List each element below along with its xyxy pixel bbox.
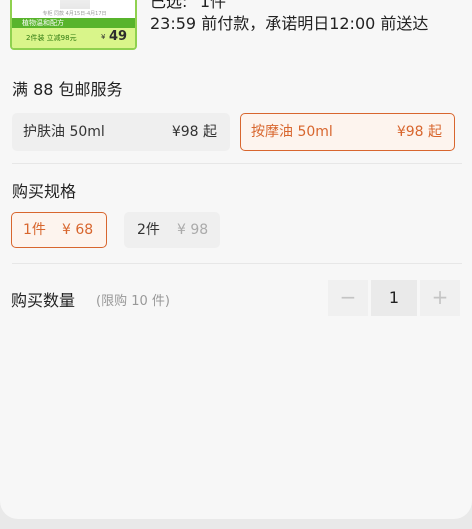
option-spec-2-piece[interactable]: 2件 ¥ 98 bbox=[124, 212, 220, 248]
thumbnail-promo-text: 2件装 立减98元 bbox=[26, 34, 77, 42]
thumbnail-promo-area: 2件装 立减98元 ¥ 49 bbox=[12, 28, 135, 48]
quantity-stepper: − 1 + bbox=[328, 280, 460, 316]
section-divider bbox=[12, 263, 462, 264]
quantity-input[interactable]: 1 bbox=[371, 280, 417, 316]
delivery-promise-text: 23:59 前付款，承诺明日12:00 前送达 bbox=[150, 14, 429, 33]
option-price: ¥ 98 bbox=[177, 222, 209, 238]
thumbnail-feature-text: 植物温和配方 bbox=[22, 19, 64, 27]
option-price: ¥98 起 bbox=[171, 124, 217, 140]
increase-quantity-button[interactable]: + bbox=[420, 280, 460, 316]
option-name: 2件 bbox=[137, 222, 160, 238]
quantity-limit-text: (限购 10 件) bbox=[96, 294, 170, 309]
option-price: ¥ 68 bbox=[62, 222, 94, 238]
option-body-oil[interactable]: 护肤油 50ml ¥98 起 bbox=[12, 113, 230, 151]
option-name: 1件 bbox=[23, 222, 46, 238]
thumbnail-feature-band: 植物温和配方 bbox=[12, 18, 135, 28]
option-spec-1-piece[interactable]: 1件 ¥ 68 bbox=[11, 212, 107, 248]
thumbnail-currency: ¥ bbox=[101, 33, 106, 41]
section-divider bbox=[12, 163, 462, 164]
decrease-quantity-button[interactable]: − bbox=[328, 280, 368, 316]
product-thumbnail[interactable]: 专柜 同款 4月15日-4月17日 植物温和配方 2件装 立减98元 ¥ 49 bbox=[10, 0, 137, 50]
sku-selector-sheet: 专柜 同款 4月15日-4月17日 植物温和配方 2件装 立减98元 ¥ 49 … bbox=[0, 0, 472, 519]
selected-sku-text: 已选: "1件" bbox=[150, 0, 234, 11]
option-massage-oil[interactable]: 按摩油 50ml ¥98 起 bbox=[240, 113, 455, 151]
spec-section-title: 购买规格 bbox=[12, 182, 77, 201]
option-name: 护肤油 50ml bbox=[23, 124, 105, 140]
option-name: 按摩油 50ml bbox=[251, 124, 333, 140]
quantity-label: 购买数量 bbox=[11, 291, 76, 310]
option-price: ¥98 起 bbox=[396, 124, 442, 140]
thumbnail-price: 49 bbox=[109, 29, 128, 44]
shipping-section-title: 满 88 包邮服务 bbox=[12, 80, 123, 99]
